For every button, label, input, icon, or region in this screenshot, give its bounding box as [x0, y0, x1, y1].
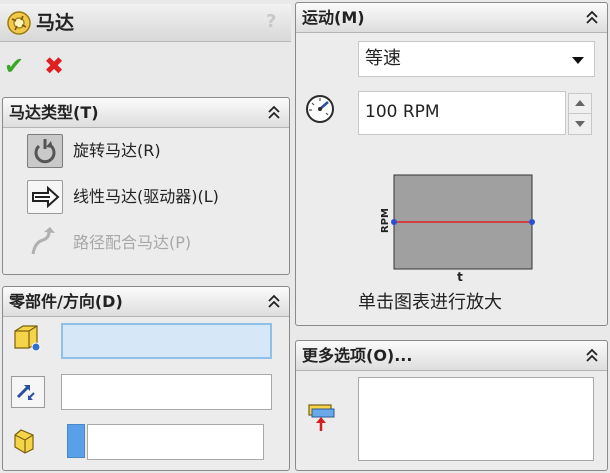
page-title: 马达: [36, 12, 75, 34]
relative-component-field[interactable]: [87, 424, 264, 460]
speed-gauge-icon: [306, 95, 334, 123]
motor-type-header[interactable]: 马达类型(T): [3, 98, 289, 128]
motion-type-value: 等速: [365, 48, 401, 69]
help-button[interactable]: ?: [266, 11, 276, 32]
motion-title: 运动(M): [302, 8, 365, 27]
component-face-field[interactable]: [61, 323, 272, 359]
load-faces-icon: [308, 404, 335, 431]
reverse-direction-button[interactable]: [11, 376, 45, 408]
rotary-motor-icon: [27, 134, 63, 168]
load-faces-list[interactable]: [358, 377, 594, 461]
cancel-button[interactable]: ✖: [44, 52, 64, 80]
speed-value: 100 RPM: [365, 102, 440, 122]
component-face-icon: [14, 325, 41, 352]
collapse-icon[interactable]: [267, 293, 281, 309]
motion-profile-graph[interactable]: RPM t: [376, 171, 536, 285]
graph-hint: 单击图表进行放大: [358, 292, 502, 313]
spin-up-button[interactable]: [569, 94, 591, 114]
reverse-direction-icon: [16, 385, 35, 400]
path-mate-motor-icon: [27, 226, 63, 260]
motor-type-path-mate[interactable]: 路径配合马达(P): [27, 226, 277, 260]
action-bar: ✔ ✖: [0, 44, 291, 92]
arrow-up-icon: [575, 100, 585, 106]
motor-type-title: 马达类型(T): [9, 103, 99, 122]
rotary-motor-label: 旋转马达(R): [73, 141, 161, 160]
graph-y-label: RPM: [380, 208, 391, 233]
direction-field[interactable]: [61, 374, 272, 410]
arrow-down-icon: [575, 121, 585, 127]
speed-input[interactable]: 100 RPM: [358, 91, 566, 135]
path-mate-motor-label: 路径配合马达(P): [73, 233, 192, 252]
motion-group: 运动(M) 等速 100 RPM RPM t 单击图表进行放大: [295, 2, 608, 326]
motion-type-dropdown[interactable]: 等速: [358, 41, 595, 77]
component-direction-group: 零部件/方向(D): [2, 286, 290, 471]
spin-down-button[interactable]: [569, 114, 591, 134]
collapse-icon[interactable]: [585, 9, 599, 25]
linear-motor-icon: [27, 180, 63, 214]
collapse-icon[interactable]: [585, 347, 599, 363]
graph-point-end: [529, 219, 535, 225]
component-direction-header[interactable]: 零部件/方向(D): [3, 287, 289, 317]
motion-header[interactable]: 运动(M): [296, 3, 607, 33]
graph-x-label: t: [457, 270, 463, 284]
motor-icon: [7, 11, 31, 35]
relative-component-icon: [14, 429, 34, 454]
graph-point-start: [391, 219, 397, 225]
collapse-icon[interactable]: [267, 104, 281, 120]
speed-spinner[interactable]: [568, 93, 592, 135]
more-options-title: 更多选项(O)...: [302, 346, 413, 365]
list-selection-indicator: [67, 424, 85, 458]
motor-type-group: 马达类型(T) 旋转马达(R) 线性马达(驱动器)(L) 路径配合马达(P): [2, 97, 290, 275]
property-manager-title-bar: 马达 ?: [0, 4, 291, 42]
motor-type-rotary[interactable]: 旋转马达(R): [27, 134, 277, 168]
component-direction-title: 零部件/方向(D): [9, 292, 123, 311]
ok-button[interactable]: ✔: [4, 52, 24, 80]
linear-motor-label: 线性马达(驱动器)(L): [73, 187, 219, 206]
chevron-down-icon: [572, 57, 584, 64]
more-options-header[interactable]: 更多选项(O)...: [296, 341, 607, 371]
motor-type-linear[interactable]: 线性马达(驱动器)(L): [27, 180, 277, 214]
more-options-group: 更多选项(O)...: [295, 340, 608, 471]
